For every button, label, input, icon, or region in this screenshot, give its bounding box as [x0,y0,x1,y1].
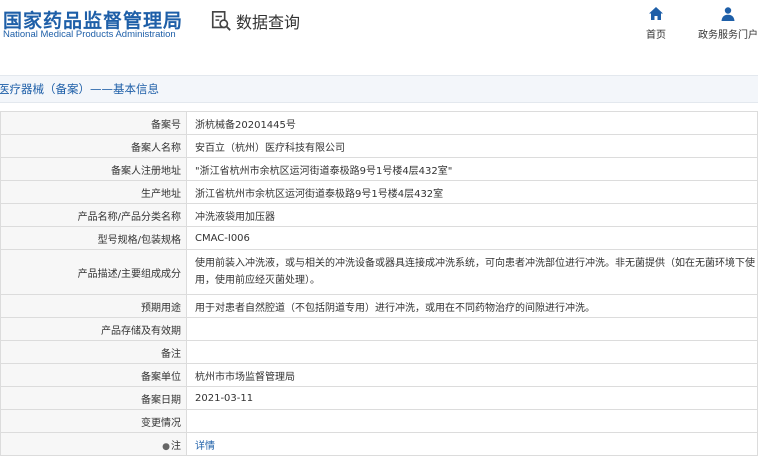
row-label: 生产地址 [0,180,187,204]
details-link[interactable]: 详情 [195,441,215,452]
section-bar: 医疗器械（备案）——基本信息 [0,75,758,103]
info-table: 备案号 浙杭械备20201445号 备案人名称 安百立（杭州）医疗科技有限公司 … [0,111,758,456]
table-row: 备案日期 2021-03-11 [0,386,758,410]
row-label: 产品描述/主要组成成分 [0,249,187,295]
document-search-icon [211,11,231,31]
row-label: 备案人名称 [0,134,187,158]
table-row: 备案单位 杭州市市场监督管理局 [0,363,758,387]
data-query-label: 数据查询 [236,13,301,32]
row-value [186,317,758,341]
table-row: 产品存储及有效期 [0,317,758,341]
row-label: 备案日期 [0,386,187,410]
table-row: ●注 详情 [0,432,758,456]
row-value: 浙杭械备20201445号 [186,111,758,135]
table-row: 备案人名称 安百立（杭州）医疗科技有限公司 [0,134,758,158]
row-value [186,409,758,433]
row-label: 备案单位 [0,363,187,387]
row-value [186,340,758,364]
table-row: 产品描述/主要组成成分 使用前装入冲洗液，或与相关的冲洗设备或器具连接成冲洗系统… [0,249,758,295]
nav-home[interactable]: 首页 [646,6,666,41]
logo-title-en[interactable]: National Medical Products Administration [3,29,176,40]
table-row: 备案人注册地址 "浙江省杭州市余杭区运河街道泰极路9号1号楼4层432室" [0,157,758,181]
row-label: 型号规格/包装规格 [0,226,187,250]
row-label: 备案号 [0,111,187,135]
table-row: 备案号 浙杭械备20201445号 [0,111,758,135]
row-value: 浙江省杭州市余杭区运河街道泰极路9号1号楼4层432室 [186,180,758,204]
note-label: ●注 [0,432,187,456]
row-label: 备注 [0,340,187,364]
section-title: 医疗器械（备案）——基本信息 [0,82,159,96]
row-value: "浙江省杭州市余杭区运河街道泰极路9号1号楼4层432室" [186,157,758,181]
note-label-text: 注 [171,440,181,452]
row-value: 杭州市市场监督管理局 [186,363,758,387]
home-icon [649,7,663,20]
table-row: 型号规格/包装规格 CMAC-I006 [0,226,758,250]
nav-home-label: 首页 [646,30,666,41]
site-header: 国家药品监督管理局 National Medical Products Admi… [0,0,758,60]
row-value: 详情 [186,432,758,456]
row-value: 2021-03-11 [186,386,758,410]
nav-service-portal[interactable]: 政务服务门户 [698,6,758,41]
pin-icon: ● [162,441,170,452]
table-row: 变更情况 [0,409,758,433]
user-icon [721,7,735,21]
table-row: 备注 [0,340,758,364]
row-label: 预期用途 [0,294,187,318]
row-label: 变更情况 [0,409,187,433]
row-label: 产品存储及有效期 [0,317,187,341]
row-value: 安百立（杭州）医疗科技有限公司 [186,134,758,158]
table-row: 产品名称/产品分类名称 冲洗液袋用加压器 [0,203,758,227]
row-label: 备案人注册地址 [0,157,187,181]
nav-portal-label: 政务服务门户 [698,30,758,41]
table-row: 生产地址 浙江省杭州市余杭区运河街道泰极路9号1号楼4层432室 [0,180,758,204]
row-label: 产品名称/产品分类名称 [0,203,187,227]
row-value: 使用前装入冲洗液，或与相关的冲洗设备或器具连接成冲洗系统，可向患者冲洗部位进行冲… [186,249,758,295]
table-row: 预期用途 用于对患者自然腔道（不包括阴道专用）进行冲洗，或用在不同药物治疗的间隙… [0,294,758,318]
row-value: 冲洗液袋用加压器 [186,203,758,227]
row-value: 用于对患者自然腔道（不包括阴道专用）进行冲洗，或用在不同药物治疗的间隙进行冲洗。 [186,294,758,318]
row-value: CMAC-I006 [186,226,758,250]
data-query-heading: 数据查询 [210,9,300,33]
